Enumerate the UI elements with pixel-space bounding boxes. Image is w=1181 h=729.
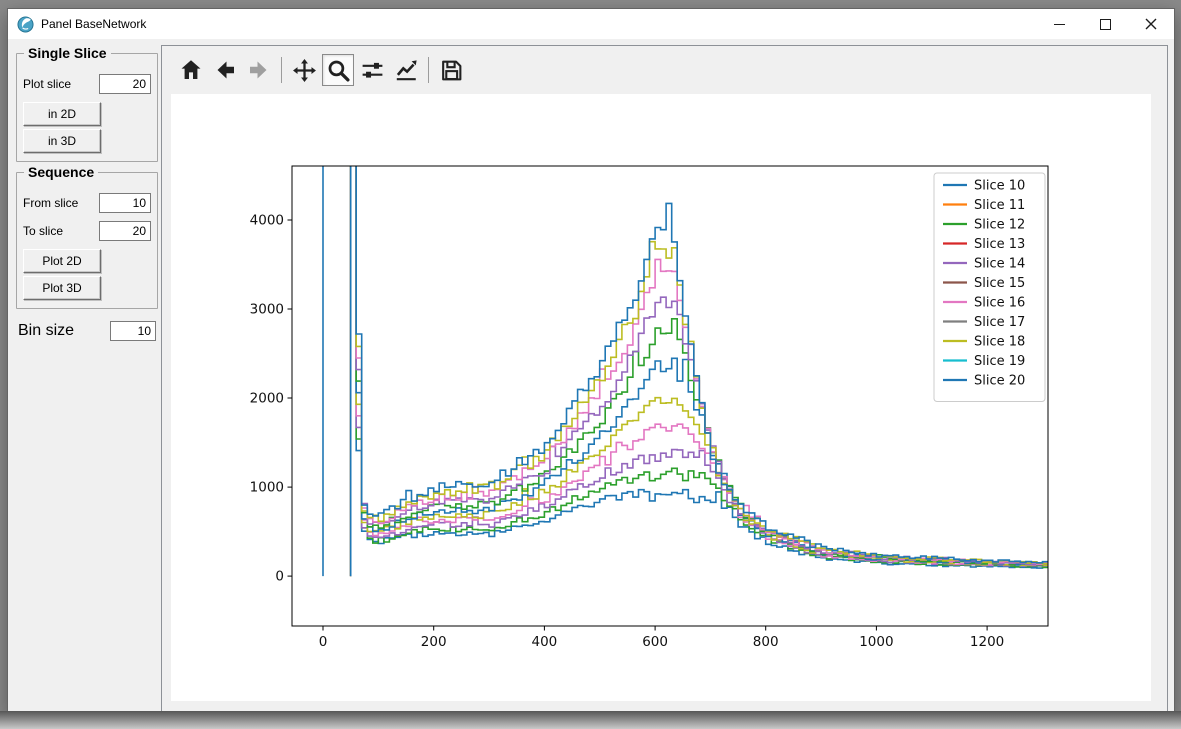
svg-text:Slice 16: Slice 16 [974,296,1025,311]
bin-size-row: Bin size [18,321,156,341]
in-3d-button[interactable]: in 3D [23,129,101,153]
svg-text:4000: 4000 [250,213,284,229]
svg-text:2000: 2000 [250,391,284,407]
svg-text:0: 0 [275,569,284,585]
svg-text:0: 0 [319,634,328,650]
back-arrow-icon [217,61,234,79]
app-icon [17,15,34,33]
pan-button[interactable] [288,54,320,86]
minimize-button[interactable] [1036,9,1082,39]
plot-slice-input[interactable] [99,74,151,94]
svg-text:Slice 19: Slice 19 [974,354,1025,369]
save-button[interactable] [435,54,467,86]
chart-legend: Slice 10 Slice 11 Slice 12 Slice 13 Slice 14… [933,172,1046,402]
to-slice-input[interactable] [99,221,151,241]
customize-button[interactable] [390,54,422,86]
save-floppy-icon [441,60,461,80]
histogram-figure[interactable]: 0 1000 2000 3000 4000 0 200 400 600 800 1000 1200 Sl… [171,94,1151,701]
svg-text:Slice 13: Slice 13 [974,237,1025,252]
svg-text:600: 600 [642,634,668,650]
home-button[interactable] [175,54,207,86]
zoom-button[interactable] [322,54,354,86]
from-slice-label: From slice [23,196,79,210]
app-window: Panel BaseNetwork Single Slice Plot slic… [7,8,1175,714]
svg-text:Slice 17: Slice 17 [974,315,1025,330]
bin-size-label: Bin size [18,322,75,339]
plot-slice-label: Plot slice [23,77,72,91]
svg-text:Slice 15: Slice 15 [974,276,1025,291]
svg-text:3000: 3000 [250,302,284,318]
svg-text:200: 200 [421,634,447,650]
plot-3d-button[interactable]: Plot 3D [23,276,101,300]
sequence-group-title: Sequence [24,164,99,180]
svg-text:Slice 18: Slice 18 [974,335,1025,350]
toolbar-separator [428,57,429,83]
svg-text:1000: 1000 [859,634,893,650]
control-sidebar: Single Slice Plot slice in 2D in 3D Sequ… [14,43,160,341]
pan-move-icon [292,58,316,82]
to-slice-label: To slice [23,224,64,238]
toolbar-separator [281,57,282,83]
in-2d-button[interactable]: in 2D [23,102,101,126]
forward-button[interactable] [243,54,275,86]
plot-2d-button[interactable]: Plot 2D [23,249,101,273]
plot-canvas-area: 0 1000 2000 3000 4000 0 200 400 600 800 1000 1200 Sl… [161,45,1168,712]
maximize-icon [1099,18,1111,30]
svg-text:Slice 14: Slice 14 [974,257,1025,272]
forward-arrow-icon [250,61,267,79]
single-slice-group: Single Slice Plot slice in 2D in 3D [16,45,158,162]
bin-size-input[interactable] [110,321,156,341]
axes-edit-chart-icon [396,60,417,81]
svg-text:Slice 12: Slice 12 [974,218,1025,233]
subplots-button[interactable] [356,54,388,86]
window-title: Panel BaseNetwork [41,17,147,31]
zoom-magnifier-icon [328,60,350,82]
back-button[interactable] [209,54,241,86]
close-button[interactable] [1128,9,1174,39]
maximize-button[interactable] [1082,9,1128,39]
svg-text:400: 400 [532,634,558,650]
minimize-icon [1053,23,1065,25]
matplotlib-toolbar [174,53,468,87]
close-icon [1145,18,1157,30]
home-icon [181,60,201,79]
svg-text:Slice 20: Slice 20 [974,374,1025,389]
window-controls [1036,9,1174,39]
from-slice-input[interactable] [99,193,151,213]
title-bar: Panel BaseNetwork [8,9,1174,39]
svg-text:1000: 1000 [250,480,284,496]
sequence-group: Sequence From slice To slice Plot 2D Plo… [16,164,158,309]
subplots-sliders-icon [362,62,382,78]
svg-text:Slice 11: Slice 11 [974,198,1025,213]
svg-text:800: 800 [753,634,779,650]
svg-text:1200: 1200 [970,634,1004,650]
single-slice-group-title: Single Slice [24,45,111,61]
svg-text:Slice 10: Slice 10 [974,179,1025,194]
desktop-background [0,711,1181,729]
